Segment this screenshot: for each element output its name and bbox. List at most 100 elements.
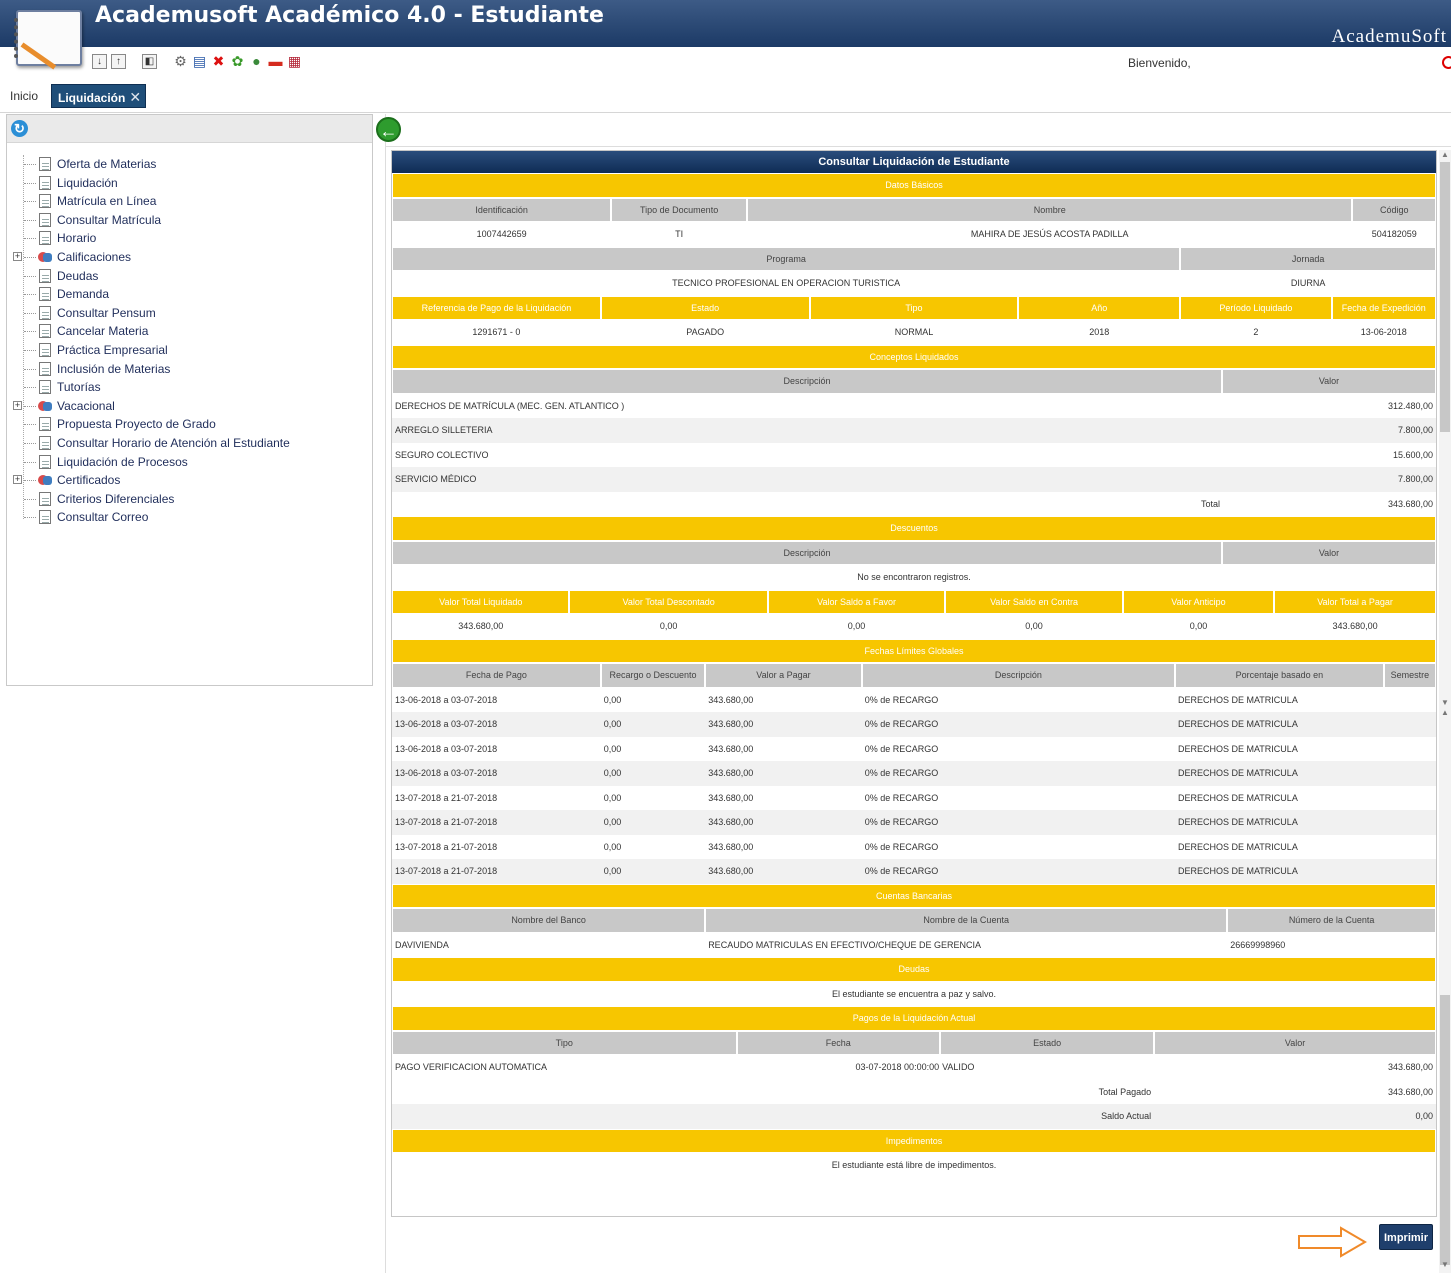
scroll-down-icon[interactable]: ▼ [1441,698,1449,707]
concepto-desc: ARREGLO SILLETERIA [392,418,1222,443]
folder-icon [36,249,54,264]
settings-gear-icon[interactable]: ⚙ [173,53,188,69]
refresh-icon[interactable]: ↻ [11,120,28,137]
content-top-line [386,146,1451,147]
table-cell: DERECHOS DE MATRICULA [1174,712,1384,737]
concepto-desc: SEGURO COLECTIVO [395,449,489,460]
tab-liquidacion[interactable]: Liquidación ✕ [51,84,147,108]
sidebar-item[interactable]: Consultar Matrícula [17,211,367,230]
folder-icon [36,398,54,413]
table-cell: DERECHOS DE MATRICULA [1174,859,1384,884]
table-cell [1384,688,1436,713]
expand-icon[interactable]: + [13,251,22,261]
download-icon[interactable]: ↓ [92,53,107,69]
scroll-thumb[interactable] [1440,995,1450,1265]
sidebar-item[interactable]: Deudas [17,267,367,286]
sidebar-item-label: Matrícula en Línea [57,194,157,209]
value-referencia: 1291671 - 0 [472,327,521,338]
back-arrow-icon[interactable]: ← [376,117,401,142]
sidebar-item-label: Inclusión de Materias [57,361,171,376]
value-jornada: DIURNA [1290,278,1326,289]
table-cell: 0% de RECARGO [861,712,1175,737]
header-semestre: Semestre [1383,663,1436,688]
sidebar-item[interactable]: Inclusión de Materias [17,360,367,379]
monitor-icon[interactable]: ▤ [192,53,207,69]
window-icon[interactable]: ◧ [142,53,157,69]
help-icon[interactable]: ✿ [230,53,245,69]
upload-icon[interactable]: ↑ [111,53,126,69]
header-total-descontado: Valor Total Descontado [569,589,768,614]
scroll-down-icon[interactable]: ▼ [1441,1260,1449,1269]
globe-icon[interactable]: ● [249,53,264,69]
sidebar-item[interactable]: Consultar Pensum [17,304,367,323]
close-tab-icon[interactable]: ✕ [129,89,141,105]
expand-icon[interactable]: + [13,475,22,485]
welcome-text: Bienvenido, [1128,56,1191,70]
table-cell: 0% de RECARGO [864,743,939,754]
table-cell: DERECHOS DE MATRICULA [1177,743,1298,754]
concepto-desc: SERVICIO MÉDICO [392,467,1222,492]
table-row: 13-07-2018 a 21-07-2018 0,00 343.680,00 0% … [392,810,1436,835]
sidebar-item[interactable]: Liquidación [17,174,367,193]
sidebar-item[interactable]: Horario [17,229,367,248]
sidebar-item[interactable]: Consultar Correo [17,508,367,527]
value-total-pagar: 343.680,00 [1332,621,1378,632]
sidebar-item[interactable]: Oferta de Materias [17,155,367,174]
table-cell: 0,00 [600,810,706,835]
sidebar-item[interactable]: + Calificaciones [13,248,367,267]
print-button[interactable]: Imprimir [1379,1224,1433,1250]
header-referencia: Referencia de Pago de la Liquidación [392,295,601,320]
table-cell: 13-06-2018 a 03-07-2018 [395,694,498,705]
sidebar-item[interactable]: Tutorías [17,378,367,397]
document-icon [39,454,51,469]
section-descuentos: Descuentos [392,516,1436,541]
header-nombre-cuenta: Nombre de la Cuenta [705,908,1228,933]
header-jornada: Jornada [1180,246,1436,271]
sidebar-item[interactable]: Propuesta Proyecto de Grado [17,415,367,434]
sidebar-menu: Oferta de Materias Liquidación Matrícula e… [13,155,367,527]
header-identificacion: Identificación [392,197,612,222]
table-cell: 13-07-2018 a 21-07-2018 [392,859,601,884]
sidebar-item-label: Horario [57,231,97,246]
flag-es-icon[interactable]: ▬ [268,53,283,69]
sidebar-item[interactable]: Práctica Empresarial [17,341,367,360]
value-codigo: 504182059 [1371,229,1417,240]
close-red-icon[interactable]: ✖ [211,53,226,69]
table-cell: 343.680,00 [705,761,862,786]
header-programa: Programa [392,246,1181,271]
table-cell: 0% de RECARGO [861,761,1175,786]
section-datos-basicos: Datos Básicos [392,173,1436,198]
value-saldo-favor: 0,00 [847,621,866,632]
logout-icon[interactable] [1442,56,1451,69]
table-cell: DERECHOS DE MATRICULA [1177,792,1298,803]
sidebar-item[interactable]: Matrícula en Línea [17,192,367,211]
value-periodo: 2 [1253,327,1259,338]
tab-inicio[interactable]: Inicio [4,84,44,108]
scroll-up-icon[interactable]: ▲ [1441,708,1449,717]
scroll-thumb[interactable] [1440,162,1450,432]
sidebar-item[interactable]: Criterios Diferenciales [17,490,367,509]
sidebar-item-label: Calificaciones [57,249,132,264]
header-total-pagar: Valor Total a Pagar [1274,589,1436,614]
value-tipo: NORMAL [894,327,934,338]
sidebar-item[interactable]: Consultar Horario de Atención al Estudia… [17,434,367,453]
table-cell: 343.680,00 [708,841,754,852]
document-icon [39,305,51,320]
expand-icon[interactable]: + [13,400,22,410]
arrow-right-icon [1298,1226,1367,1258]
header-banco: Nombre del Banco [392,908,706,933]
value-total-descontado: 0,00 [659,621,678,632]
flag-us-icon[interactable]: ▦ [287,53,302,69]
sidebar-item[interactable]: + Vacacional [13,397,367,416]
sidebar-item[interactable]: Liquidación de Procesos [17,453,367,472]
table-cell [1384,835,1436,860]
table-cell: 343.680,00 [708,743,754,754]
sidebar-item-label: Consultar Matrícula [57,212,162,227]
header-fecha-pago: Fecha de Pago [392,663,601,688]
sidebar-item[interactable]: Demanda [17,285,367,304]
scroll-up-icon[interactable]: ▲ [1441,150,1449,159]
sidebar-item[interactable]: Cancelar Materia [17,322,367,341]
scrollbar[interactable]: ▲ ▼ ▲ ▼ [1439,150,1451,1273]
tab-bar: Inicio Liquidación ✕ [0,82,1451,113]
sidebar-item[interactable]: + Certificados [13,471,367,490]
